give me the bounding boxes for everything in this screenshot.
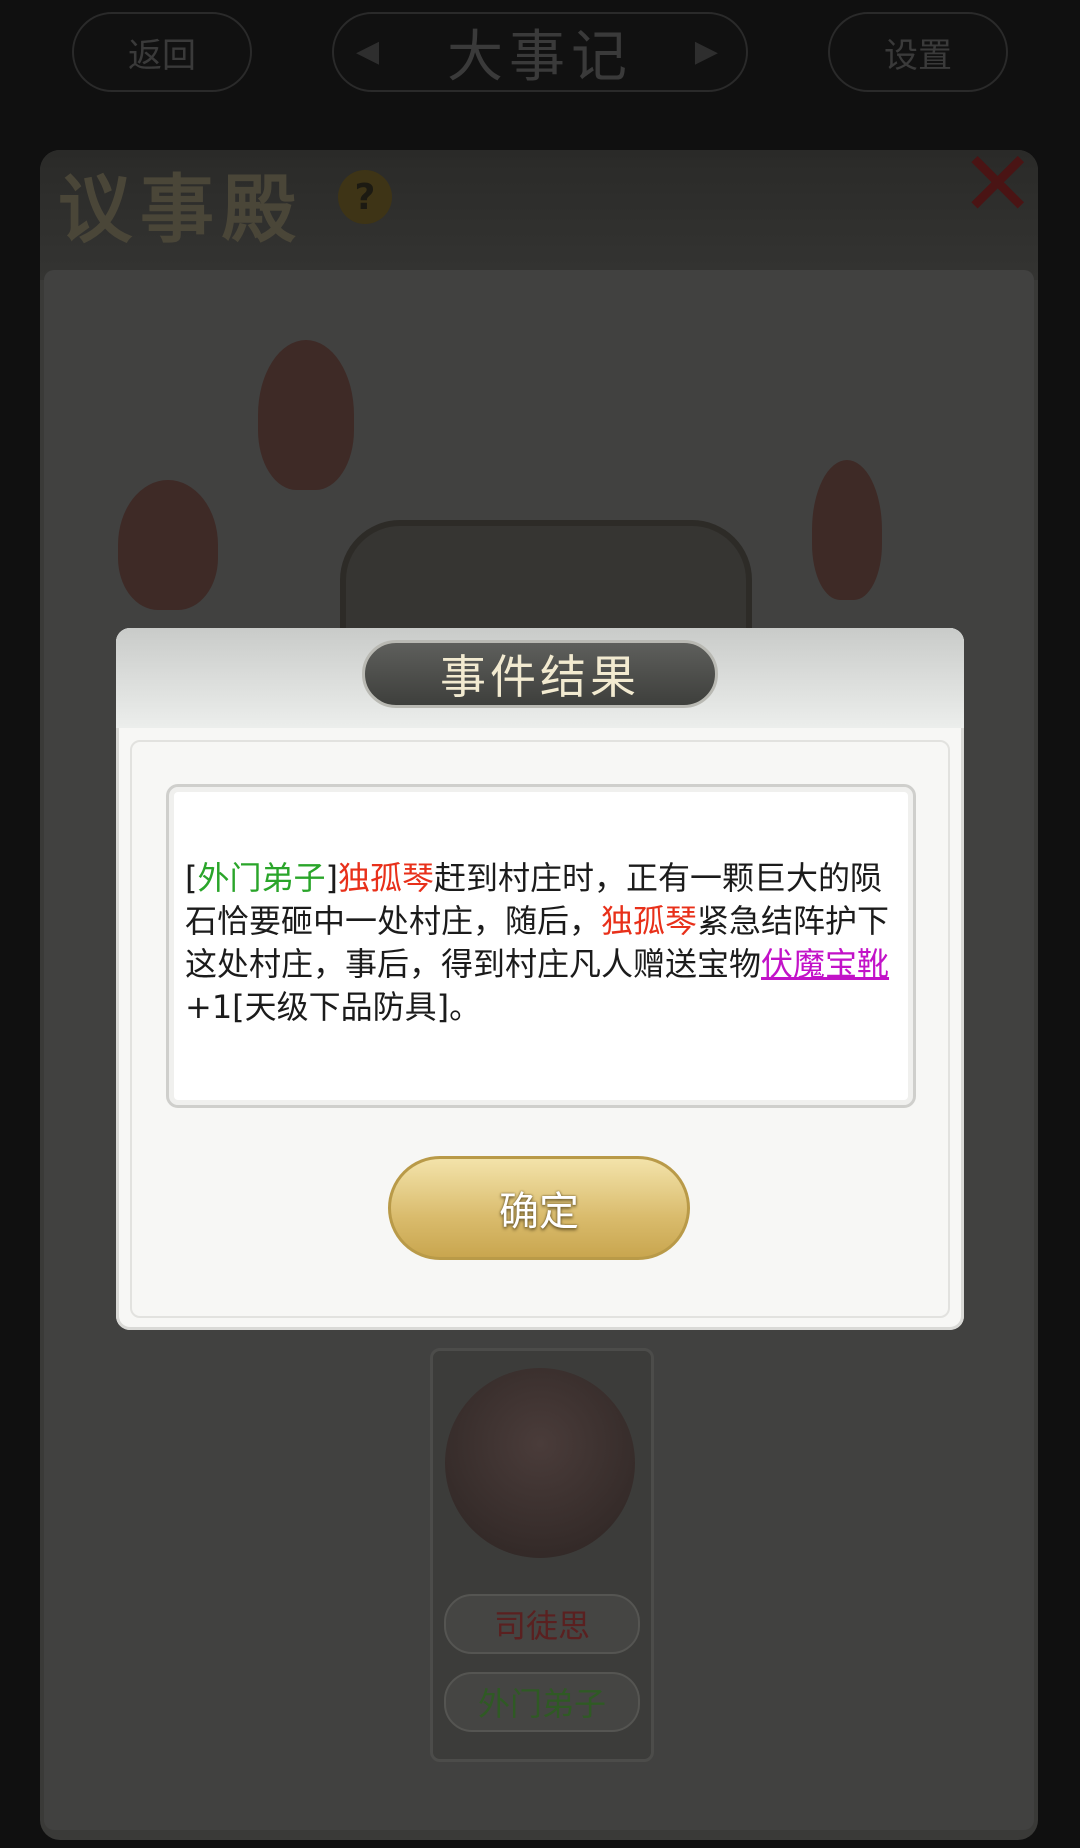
- game-screen: 返回 ◀ 大事记 ▶ 设置 议事殿 ? ✕ 司徒思 外门弟子 事件结果 [外门弟…: [0, 0, 1080, 1848]
- result-bracket-open: [: [185, 859, 198, 897]
- confirm-button[interactable]: 确定: [388, 1156, 690, 1260]
- hall-title: 议事殿: [58, 167, 304, 253]
- back-button-label: 返回: [128, 35, 196, 76]
- crystal-shard-icon: [118, 480, 218, 610]
- disciple-portrait: [445, 1368, 635, 1558]
- disciple-rank: 外门弟子: [444, 1672, 640, 1732]
- confirm-button-label: 确定: [499, 1189, 579, 1235]
- result-bracket-close: ]: [325, 859, 338, 897]
- prev-arrow-icon: ◀: [356, 34, 386, 69]
- settings-button-label: 设置: [884, 35, 952, 76]
- crystal-shard-icon: [258, 340, 354, 490]
- close-glyph: ✕: [960, 132, 1036, 237]
- reward-item-link[interactable]: 伏魔宝靴: [761, 945, 889, 983]
- help-icon: ?: [338, 170, 392, 224]
- result-text-box: [外门弟子]独孤琴赶到村庄时，正有一颗巨大的陨石恰要砸中一处村庄，随后，独孤琴紧…: [166, 784, 916, 1108]
- dialog-title-pill: 事件结果: [362, 640, 718, 708]
- chronicle-title: 大事记: [447, 24, 633, 90]
- dialog-title: 事件结果: [440, 650, 640, 704]
- help-glyph: ?: [354, 176, 376, 218]
- next-arrow-icon: ▶: [694, 34, 724, 69]
- back-button: 返回: [72, 12, 252, 92]
- crystal-shard-icon: [812, 460, 882, 600]
- result-text: [外门弟子]独孤琴赶到村庄时，正有一颗巨大的陨石恰要砸中一处村庄，随后，独孤琴紧…: [185, 857, 901, 1029]
- result-disciple-name: 独孤琴: [337, 859, 434, 897]
- chronicle-title-bar: ◀ 大事记 ▶: [332, 12, 748, 92]
- event-result-dialog: 事件结果 [外门弟子]独孤琴赶到村庄时，正有一颗巨大的陨石恰要砸中一处村庄，随后…: [116, 628, 964, 1330]
- close-icon: ✕: [960, 140, 1035, 230]
- result-rank: 外门弟子: [197, 859, 326, 897]
- result-reward-quantity: +1[天级下品防具]。: [185, 988, 482, 1026]
- result-disciple-name-2: 独孤琴: [601, 902, 698, 940]
- hall-ornament: [340, 520, 752, 636]
- disciple-name: 司徒思: [444, 1594, 640, 1654]
- settings-button: 设置: [828, 12, 1008, 92]
